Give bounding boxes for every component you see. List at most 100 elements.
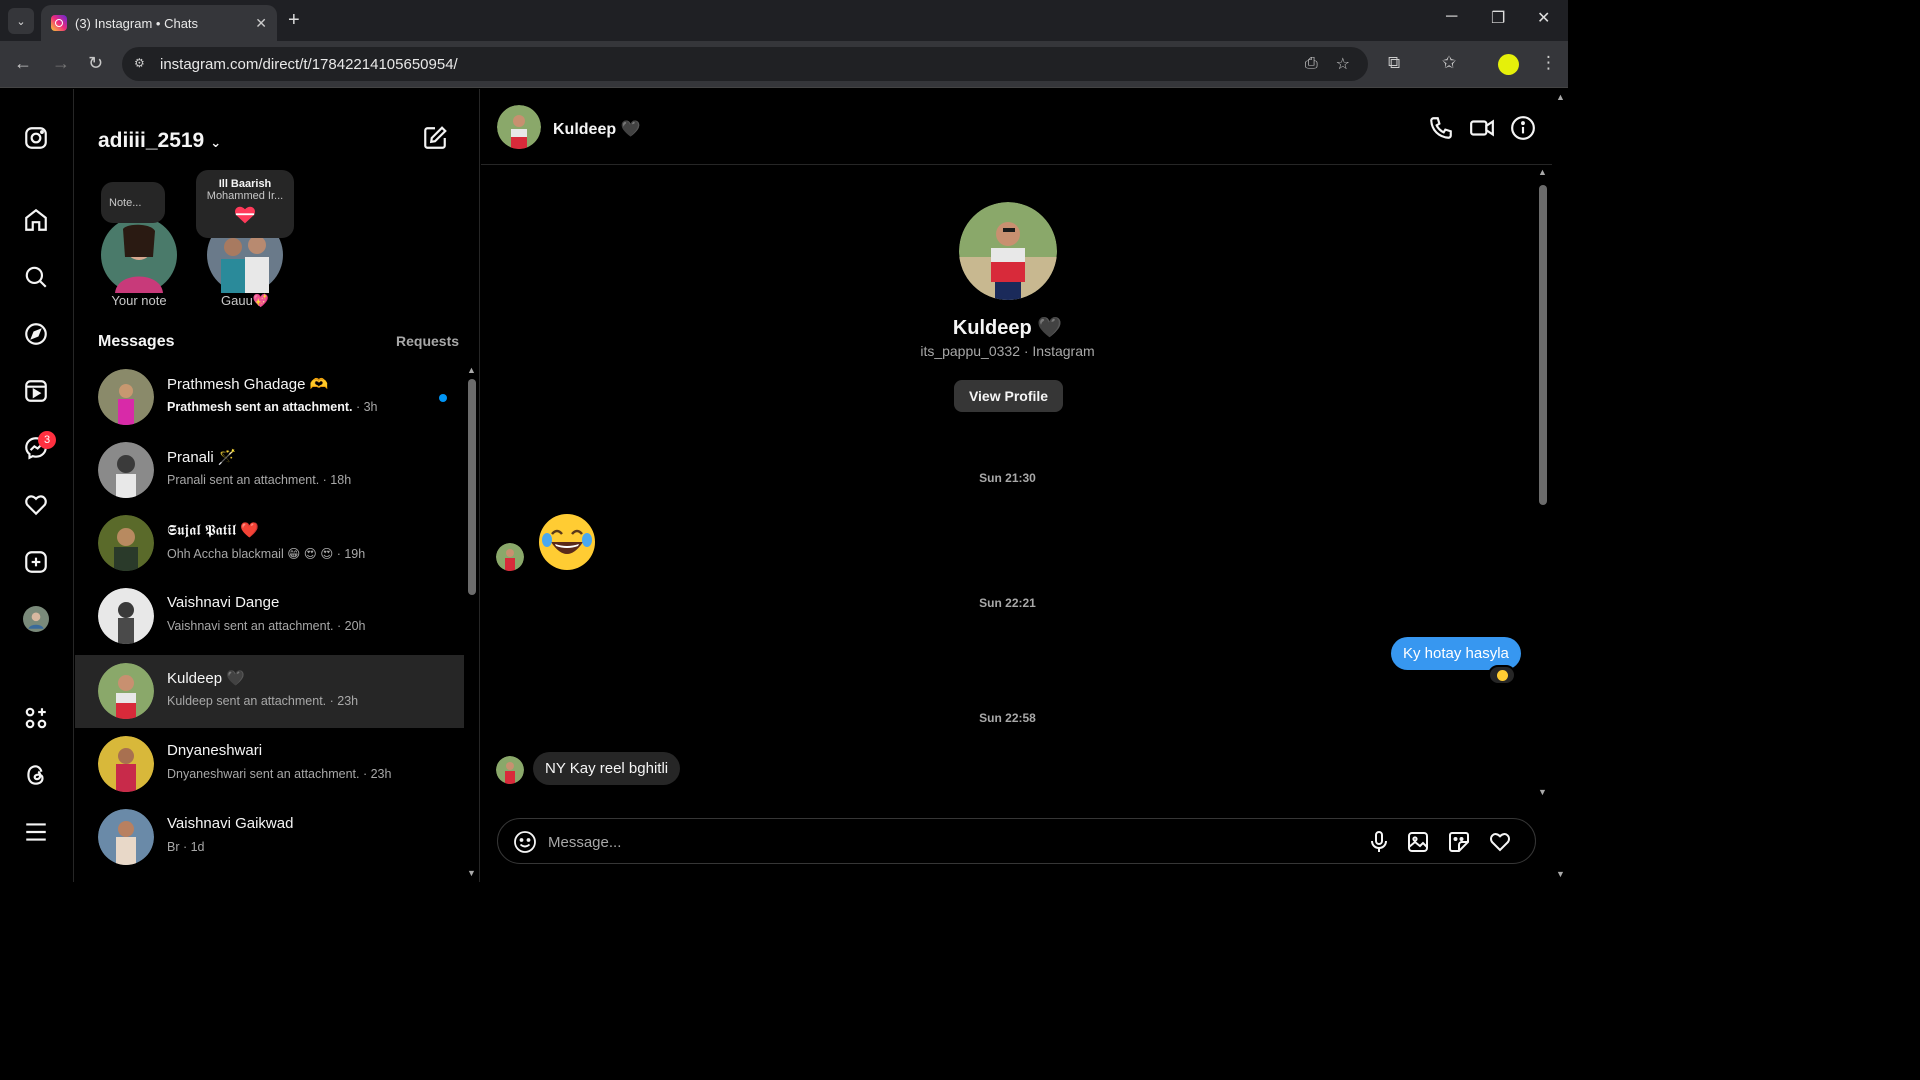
- message-timestamp: Sun 22:58: [979, 711, 1036, 725]
- conversation-item[interactable]: Pranali 🪄 Pranali sent an attachment. · …: [75, 434, 464, 507]
- conversation-item[interactable]: Vaishnavi Dange Vaishnavi sent an attach…: [75, 580, 464, 653]
- instagram-logo-icon[interactable]: [22, 124, 50, 152]
- chat-profile-name: Kuldeep 🖤: [952, 317, 1063, 339]
- message-reaction-heart-eyes[interactable]: [1488, 665, 1516, 685]
- message-preview: Kuldeep sent an attachment. · 23h: [167, 694, 359, 708]
- address-bar[interactable]: ⚙ instagram.com/direct/t/178422141056509…: [122, 47, 1368, 81]
- chat-header: Kuldeep 🖤: [481, 89, 1552, 165]
- new-tab-button[interactable]: +: [288, 9, 300, 32]
- scroll-up-icon[interactable]: ▲: [1538, 167, 1547, 177]
- also-from-meta-icon[interactable]: [22, 704, 50, 732]
- minimize-icon[interactable]: ─: [1446, 8, 1457, 26]
- like-heart-icon[interactable]: [1488, 830, 1512, 854]
- inbox-scrollbar[interactable]: ▲ ▼: [465, 365, 479, 882]
- scroll-up-icon[interactable]: ▲: [467, 365, 476, 375]
- chat-contact-avatar[interactable]: [497, 105, 541, 149]
- instagram-nav-rail: 3: [0, 89, 74, 882]
- video-call-icon[interactable]: [1469, 115, 1495, 141]
- explore-icon[interactable]: [22, 320, 50, 348]
- scroll-thumb[interactable]: [1539, 185, 1547, 505]
- scroll-down-icon[interactable]: ▼: [1538, 787, 1547, 797]
- threads-icon[interactable]: [22, 761, 50, 789]
- instagram-favicon-icon: [51, 15, 67, 31]
- laughing-emoji-message[interactable]: [539, 514, 595, 570]
- close-tab-icon[interactable]: ✕: [255, 15, 267, 32]
- sticker-icon[interactable]: [1447, 830, 1471, 854]
- bookmark-star-icon[interactable]: ☆: [1336, 54, 1350, 74]
- notifications-heart-icon[interactable]: [22, 491, 50, 519]
- restore-icon[interactable]: ❐: [1491, 8, 1505, 28]
- chat-panel: Kuldeep 🖤 Kuldeep 🖤 its_pappu_0332 · Ins…: [481, 89, 1552, 882]
- search-icon[interactable]: [22, 263, 50, 291]
- conversation-item-active[interactable]: Kuldeep 🖤 Kuldeep sent an attachment. · …: [75, 655, 464, 728]
- window-close-icon[interactable]: ✕: [1537, 8, 1550, 28]
- more-menu-icon[interactable]: [22, 818, 50, 846]
- browser-menu-icon[interactable]: ⋮: [1540, 53, 1557, 73]
- scroll-down-icon[interactable]: ▼: [467, 868, 476, 878]
- your-note-label: Your note: [111, 293, 167, 308]
- reload-icon[interactable]: ↻: [88, 53, 103, 74]
- chat-profile-photo[interactable]: [959, 202, 1057, 300]
- browser-tabbar: ⌄ (3) Instagram • Chats ✕ + ─ ❐ ✕: [0, 0, 1568, 41]
- friend-note-label: Gauu💖: [221, 293, 269, 308]
- scroll-thumb[interactable]: [468, 379, 476, 595]
- forward-icon[interactable]: →: [52, 53, 70, 74]
- message-preview: Br · 1d: [167, 840, 205, 854]
- install-app-icon[interactable]: ⎙: [1305, 55, 1318, 73]
- create-icon[interactable]: [22, 548, 50, 576]
- contact-name: Vaishnavi Gaikwad: [167, 815, 294, 832]
- message-timestamp: Sun 21:30: [979, 471, 1036, 485]
- conversation-item[interactable]: 𝕾𝖚𝖏𝖆𝖑 𝕻𝖆𝖙𝖎𝖑 ❤️ Ohh Accha blackmail 😁 😍 😍…: [75, 507, 464, 580]
- requests-link[interactable]: Requests: [396, 333, 459, 349]
- note-placeholder: Note...: [109, 197, 142, 209]
- message-input[interactable]: [548, 827, 1348, 857]
- your-note-bubble[interactable]: Note...: [101, 182, 165, 223]
- browser-profile-avatar[interactable]: [1498, 54, 1519, 75]
- note-song-artist: Mohammed Ir...: [206, 190, 284, 202]
- home-icon[interactable]: [22, 206, 50, 234]
- browser-toolbar: ← → ↻ ⚙ instagram.com/direct/t/178422141…: [0, 41, 1568, 88]
- scroll-down-icon[interactable]: ▼: [1556, 869, 1565, 879]
- messages-heading: Messages: [98, 333, 175, 350]
- chevron-down-icon: ⌄: [16, 15, 26, 28]
- bookmarks-icon[interactable]: ✩: [1442, 53, 1456, 73]
- browser-tab-instagram[interactable]: (3) Instagram • Chats ✕: [41, 5, 277, 41]
- message-composer: [497, 818, 1536, 864]
- voice-clip-icon[interactable]: [1367, 830, 1391, 854]
- chat-scrollbar[interactable]: ▲ ▼: [1536, 165, 1550, 801]
- chevron-down-icon: ⌄: [210, 135, 222, 150]
- scroll-up-icon[interactable]: ▲: [1556, 92, 1565, 102]
- message-preview: Dnyaneshwari sent an attachment. · 23h: [167, 767, 392, 781]
- page-scrollbar[interactable]: ▲ ▼: [1553, 89, 1568, 882]
- site-settings-icon[interactable]: ⚙: [134, 56, 150, 72]
- add-photo-icon[interactable]: [1406, 830, 1430, 854]
- message-preview: Ohh Accha blackmail 😁 😍 😍 · 19h: [167, 547, 366, 561]
- conversation-info-icon[interactable]: [1510, 115, 1536, 141]
- conversation-item[interactable]: Prathmesh Ghadage 🫶 Prathmesh sent an at…: [75, 361, 464, 434]
- back-icon[interactable]: ←: [14, 53, 32, 74]
- tab-search-button[interactable]: ⌄: [8, 8, 34, 34]
- extensions-icon[interactable]: ⧉: [1388, 53, 1400, 73]
- contact-avatar: [98, 588, 154, 644]
- conversation-item[interactable]: Vaishnavi Gaikwad Br · 1d: [75, 801, 464, 874]
- your-note-avatar[interactable]: [101, 217, 177, 293]
- reels-icon[interactable]: [22, 377, 50, 405]
- contact-name: 𝕾𝖚𝖏𝖆𝖑 𝕻𝖆𝖙𝖎𝖑 ❤️: [167, 522, 260, 539]
- profile-avatar-icon[interactable]: [22, 605, 50, 633]
- message-preview: Pranali sent an attachment. · 18h: [167, 473, 352, 487]
- url-text: instagram.com/direct/t/17842214105650954…: [160, 55, 458, 73]
- new-message-icon[interactable]: [422, 125, 448, 151]
- sender-avatar[interactable]: [496, 543, 524, 571]
- sender-avatar[interactable]: [496, 756, 524, 784]
- audio-call-icon[interactable]: [1428, 115, 1454, 141]
- friend-note-bubble[interactable]: Ill Baarish Mohammed Ir...: [196, 170, 294, 238]
- contact-name: Dnyaneshwari: [167, 742, 263, 759]
- view-profile-button[interactable]: View Profile: [954, 380, 1063, 412]
- conversation-item[interactable]: Dnyaneshwari Dnyaneshwari sent an attach…: [75, 728, 464, 801]
- contact-avatar: [98, 663, 154, 719]
- emoji-picker-icon[interactable]: [513, 830, 537, 854]
- account-switcher[interactable]: adiiii_2519 ⌄: [98, 129, 221, 153]
- chat-contact-name[interactable]: Kuldeep 🖤: [553, 119, 640, 139]
- contact-name: Vaishnavi Dange: [167, 594, 280, 611]
- received-message-bubble[interactable]: NY Kay reel bghitli: [533, 752, 681, 785]
